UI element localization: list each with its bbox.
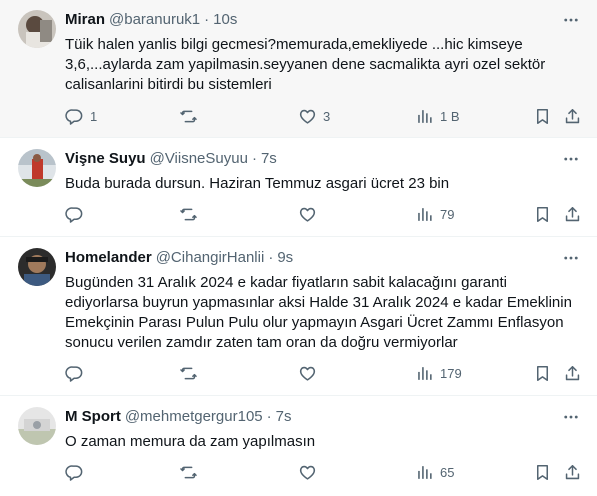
tweet-text: Bugünden 31 Aralık 2024 e kadar fiyatlar…: [65, 274, 572, 351]
avatar[interactable]: [18, 10, 56, 48]
bookmark-icon: [533, 107, 552, 126]
reply-icon: [65, 205, 84, 224]
like-button[interactable]: [298, 362, 323, 384]
reply-icon: [65, 107, 84, 126]
action-bar: 65: [65, 461, 583, 483]
avatar[interactable]: [18, 149, 56, 187]
reply-icon: [65, 364, 84, 383]
action-bar: 1 3 1 B: [65, 105, 583, 127]
author-name[interactable]: Homelander: [65, 248, 152, 268]
avatar[interactable]: [18, 248, 56, 286]
action-bar: 79: [65, 203, 583, 225]
like-button[interactable]: 3: [298, 105, 330, 127]
retweet-icon: [179, 107, 198, 126]
reply-button[interactable]: 1: [65, 105, 97, 127]
tweet[interactable]: Vişne Suyu @ViisneSuyuu · 7s Buda burada…: [0, 139, 597, 237]
author-handle[interactable]: @CihangirHanlii: [156, 248, 265, 268]
author-handle[interactable]: @baranuruk1: [109, 10, 200, 30]
share-button[interactable]: [563, 362, 582, 384]
retweet-icon: [179, 205, 198, 224]
retweet-button[interactable]: [179, 362, 204, 384]
share-button[interactable]: [563, 461, 582, 483]
bookmark-button[interactable]: [533, 461, 552, 483]
view-count: 179: [440, 365, 462, 381]
more-options-icon[interactable]: [561, 150, 581, 168]
views-chart-icon: [415, 364, 434, 383]
like-count: 3: [323, 108, 331, 124]
share-icon: [563, 364, 582, 383]
tweet-header: M Sport @mehmetgergur105 · 7s: [65, 407, 577, 427]
view-count: 79: [440, 206, 455, 222]
view-count: 65: [440, 464, 455, 480]
views-button[interactable]: 65: [415, 461, 454, 483]
reply-button[interactable]: [65, 461, 90, 483]
reply-icon: [65, 463, 84, 482]
avatar[interactable]: [18, 407, 56, 445]
author-name[interactable]: Vişne Suyu: [65, 149, 146, 169]
tweet-header: Homelander @CihangirHanlii · 9s: [65, 248, 577, 268]
tweet-header: Vişne Suyu @ViisneSuyuu · 7s: [65, 149, 577, 169]
views-button[interactable]: 179: [415, 362, 462, 384]
retweet-icon: [179, 463, 198, 482]
retweet-button[interactable]: [179, 203, 204, 225]
tweet-header: Miran @baranuruk1 · 10s: [65, 10, 577, 30]
more-options-icon[interactable]: [561, 11, 581, 29]
share-icon: [563, 107, 582, 126]
tweet[interactable]: Homelander @CihangirHanlii · 9s Bugünden…: [0, 238, 597, 396]
bookmark-icon: [533, 463, 552, 482]
share-button[interactable]: [563, 203, 582, 225]
tweet-feed: Miran @baranuruk1 · 10s Tüik halen yanli…: [0, 0, 597, 496]
timestamp[interactable]: 7s: [261, 149, 277, 169]
retweet-icon: [179, 364, 198, 383]
timestamp[interactable]: 7s: [276, 407, 292, 427]
author-name[interactable]: Miran: [65, 10, 105, 30]
separator-dot: ·: [251, 150, 257, 167]
like-button[interactable]: [298, 461, 323, 483]
bookmark-button[interactable]: [533, 362, 552, 384]
heart-icon: [298, 107, 317, 126]
bookmark-button[interactable]: [533, 203, 552, 225]
author-name[interactable]: M Sport: [65, 407, 121, 427]
retweet-button[interactable]: [179, 105, 204, 127]
tweet-text: Buda burada dursun. Haziran Temmuz asgar…: [65, 175, 450, 192]
views-chart-icon: [415, 107, 434, 126]
author-handle[interactable]: @ViisneSuyuu: [150, 149, 248, 169]
tweet[interactable]: Miran @baranuruk1 · 10s Tüik halen yanli…: [0, 0, 597, 138]
more-options-icon[interactable]: [561, 249, 581, 267]
views-chart-icon: [415, 205, 434, 224]
views-button[interactable]: 1 B: [415, 105, 460, 127]
timestamp[interactable]: 10s: [213, 10, 237, 30]
view-count: 1 B: [440, 108, 460, 124]
bookmark-icon: [533, 364, 552, 383]
separator-dot: ·: [268, 249, 274, 266]
like-button[interactable]: [298, 203, 323, 225]
separator-dot: ·: [204, 11, 210, 28]
timestamp[interactable]: 9s: [277, 248, 293, 268]
share-icon: [563, 205, 582, 224]
bookmark-button[interactable]: [533, 105, 552, 127]
heart-icon: [298, 364, 317, 383]
more-options-icon[interactable]: [561, 408, 581, 426]
views-button[interactable]: 79: [415, 203, 454, 225]
author-handle[interactable]: @mehmetgergur105: [125, 407, 263, 427]
share-icon: [563, 463, 582, 482]
tweet[interactable]: M Sport @mehmetgergur105 · 7s O zaman me…: [0, 397, 597, 496]
reply-button[interactable]: [65, 203, 90, 225]
heart-icon: [298, 463, 317, 482]
retweet-button[interactable]: [179, 461, 204, 483]
share-button[interactable]: [563, 105, 582, 127]
reply-button[interactable]: [65, 362, 90, 384]
bookmark-icon: [533, 205, 552, 224]
separator-dot: ·: [266, 408, 272, 425]
tweet-text: Tüik halen yanlis bilgi gecmesi?memurada…: [65, 36, 546, 93]
heart-icon: [298, 205, 317, 224]
action-bar: 179: [65, 362, 583, 384]
tweet-text: O zaman memura da zam yapılmasın: [65, 433, 316, 450]
views-chart-icon: [415, 463, 434, 482]
reply-count: 1: [90, 108, 98, 124]
